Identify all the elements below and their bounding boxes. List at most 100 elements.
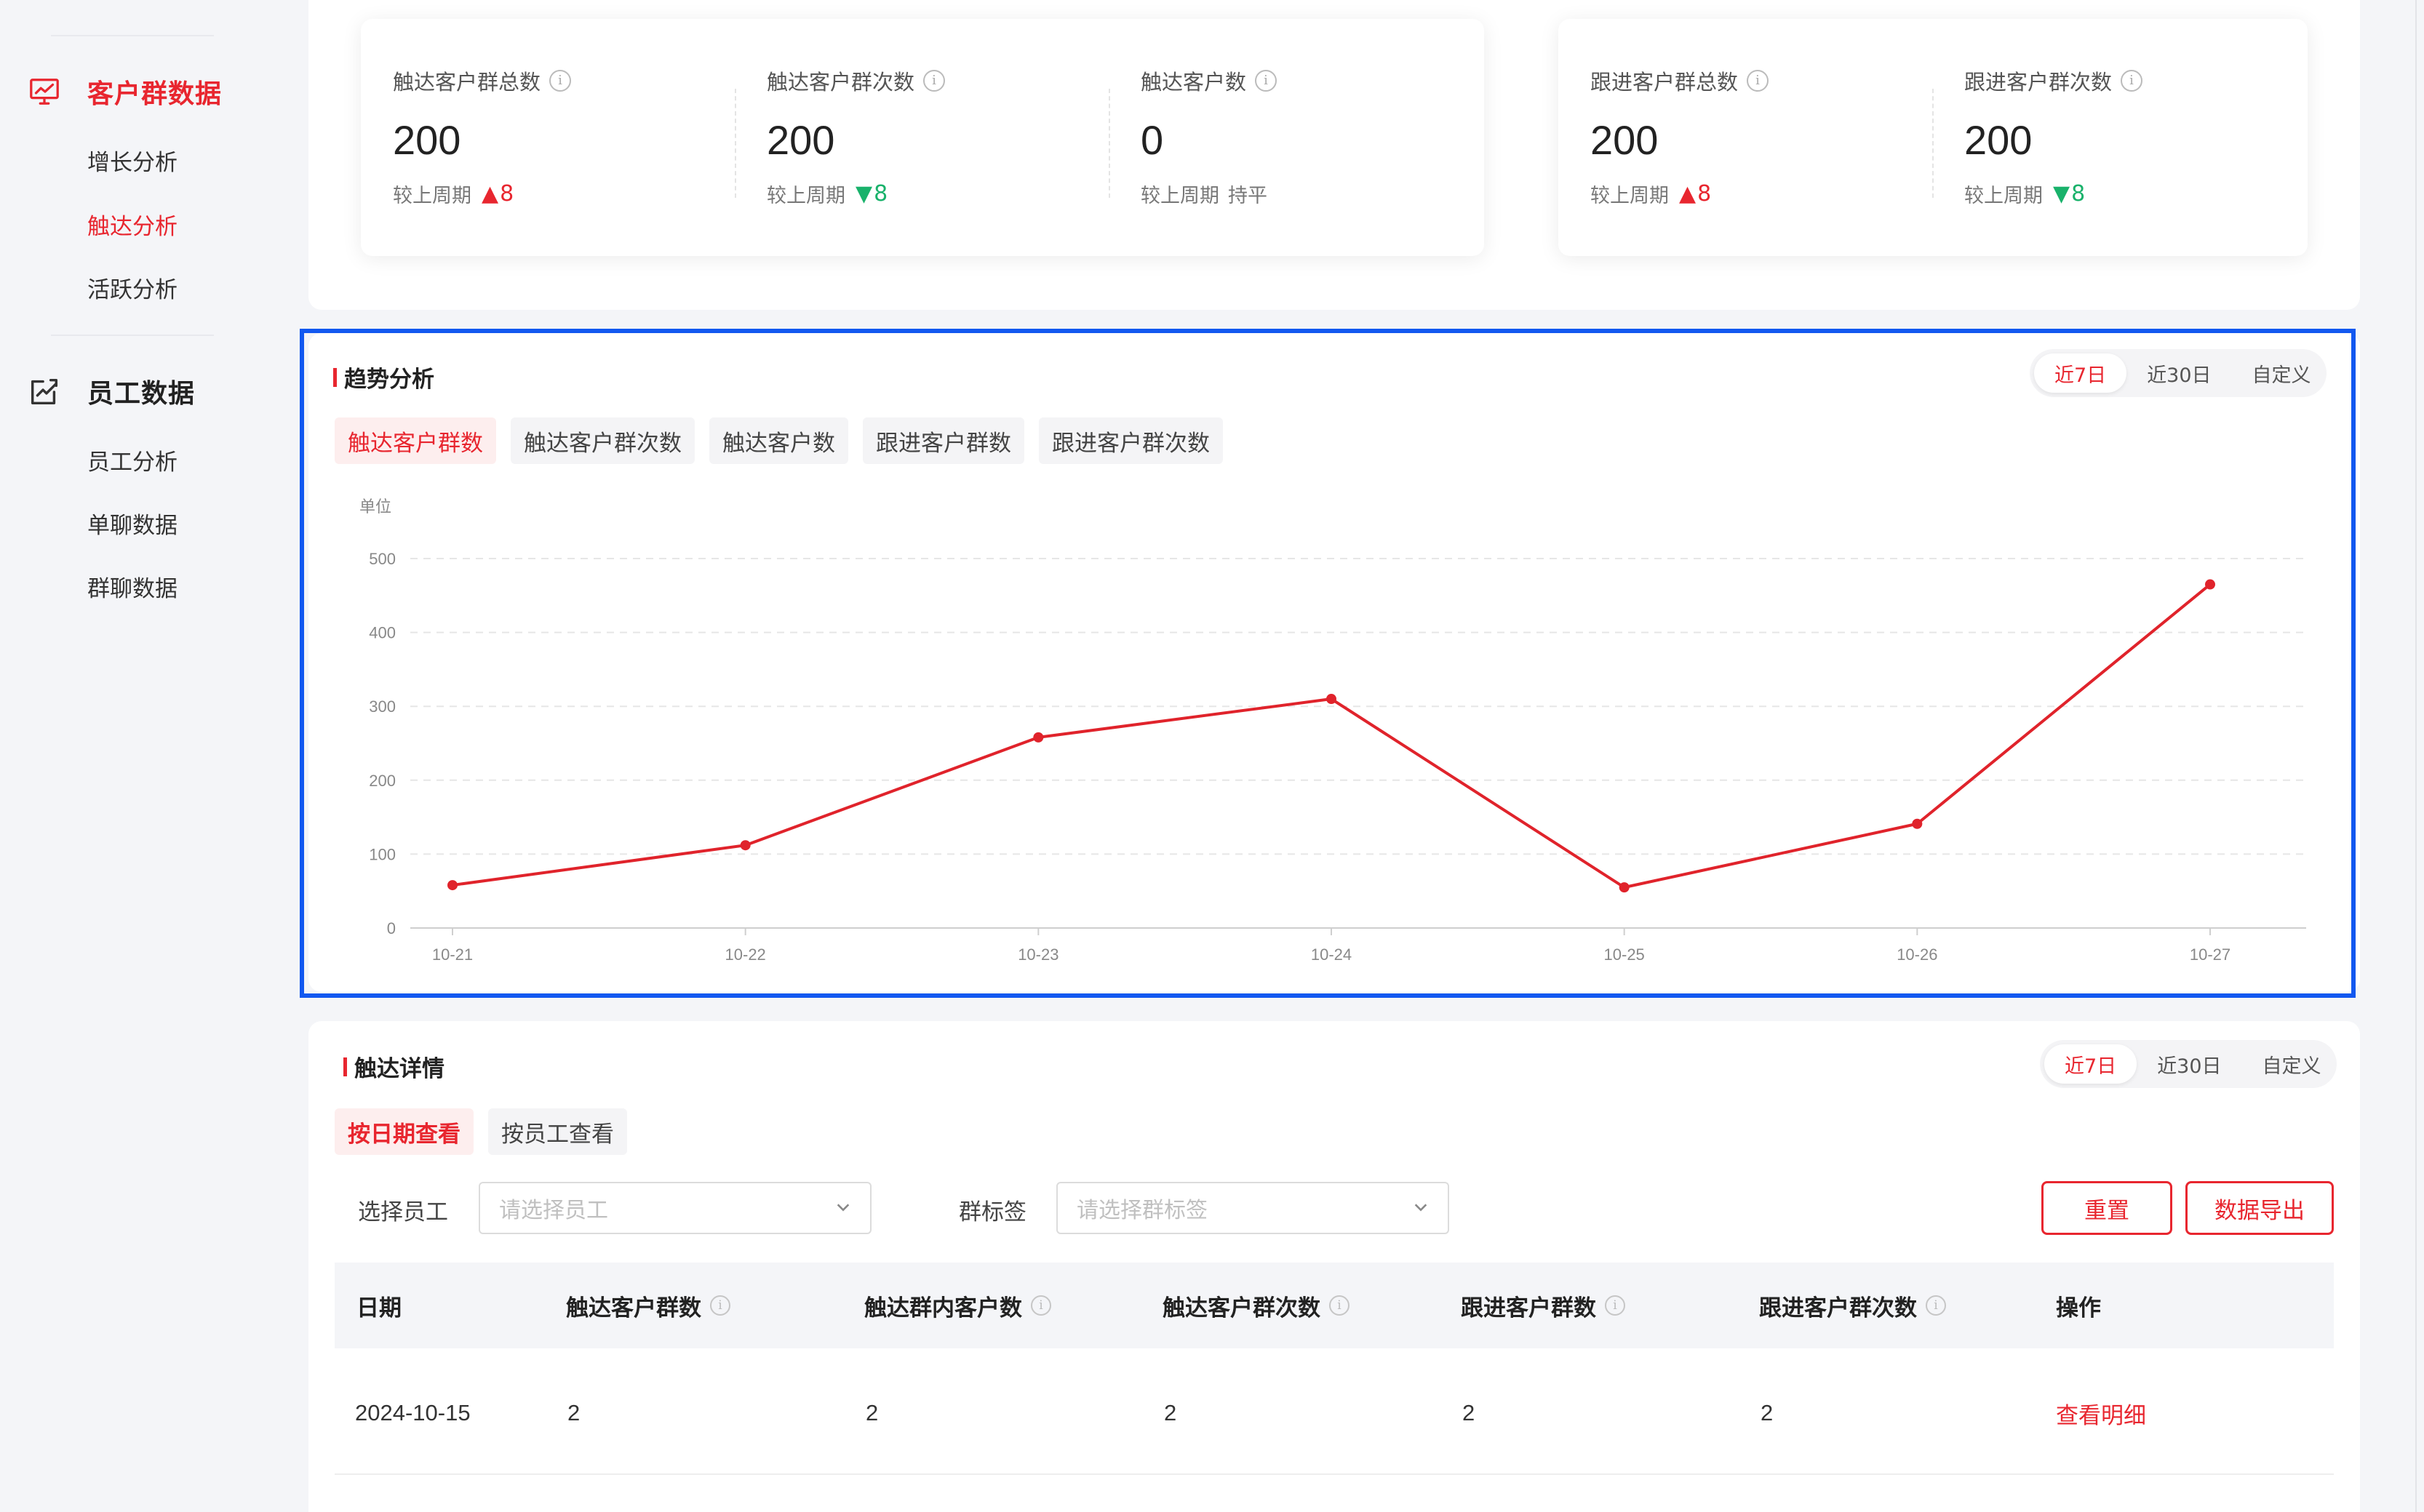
detail-range-30d[interactable]: 近30日: [2137, 1044, 2241, 1084]
y-tick-label: 100: [369, 845, 396, 863]
compare-label: 较上周期: [393, 185, 471, 207]
scrollbar-track[interactable]: [2415, 0, 2417, 1512]
delta-value: 持平: [1228, 185, 1267, 207]
trend-range-30d[interactable]: 近30日: [2126, 353, 2231, 393]
data-point: [740, 840, 751, 851]
trend-range-custom[interactable]: 自定义: [2232, 353, 2332, 393]
chevron-down-icon: [1414, 1204, 1427, 1212]
column-header-reach-members: 触达群内客户数 i: [864, 1263, 1051, 1348]
stat-reach-group-times: 触达客户群次数 i 200 较上周期 ▼ 8: [767, 65, 946, 208]
sidebar-group-employee-data[interactable]: 员工数据: [26, 369, 195, 413]
column-header-action: 操作: [2056, 1263, 2101, 1348]
y-tick-label: 500: [369, 550, 396, 568]
info-icon[interactable]: i: [1329, 1295, 1349, 1316]
tab-reach-group-times[interactable]: 触达客户群次数: [511, 417, 695, 464]
delta-value: 8: [500, 181, 514, 207]
info-icon[interactable]: i: [1926, 1295, 1946, 1316]
stat-divider: [735, 89, 736, 198]
column-header-label: 日期: [356, 1295, 402, 1321]
stat-title: 触达客户群次数: [767, 70, 915, 95]
table-header: 日期 触达客户群数 i 触达群内客户数 i 触达客户群次数 i 跟进客户群数 i 跟进客…: [335, 1263, 2334, 1348]
stat-title: 跟进客户群次数: [1964, 70, 2113, 95]
detail-view-tabs: 按日期查看 按员工查看: [335, 1108, 642, 1155]
group-tag-select-placeholder: 请选择群标签: [1077, 1198, 1208, 1223]
cell-reach-members: 2: [866, 1400, 879, 1425]
info-icon[interactable]: i: [710, 1295, 730, 1316]
x-tick-label: 10-25: [1604, 945, 1645, 964]
stat-reach-customers: 触达客户数 i 0 较上周期 持平: [1141, 65, 1277, 208]
stat-title: 触达客户群总数: [393, 70, 541, 95]
sidebar-group-customer-group-data[interactable]: 客户群数据: [26, 70, 222, 113]
tab-reach-customer-count[interactable]: 触达客户数: [709, 417, 848, 464]
tab-view-by-employee[interactable]: 按员工查看: [488, 1108, 627, 1155]
tab-follow-group-count[interactable]: 跟进客户群数: [863, 417, 1024, 464]
export-data-button[interactable]: 数据导出: [2185, 1181, 2334, 1235]
cell-follow-times: 2: [1761, 1400, 1774, 1425]
series-line: [452, 583, 2212, 889]
data-point: [2205, 579, 2215, 590]
column-header-reach-times: 触达客户群次数 i: [1163, 1263, 1349, 1348]
x-tick-label: 10-24: [1311, 945, 1352, 964]
tab-follow-group-times[interactable]: 跟进客户群次数: [1039, 417, 1223, 464]
info-icon[interactable]: i: [1255, 70, 1277, 92]
info-icon[interactable]: i: [1747, 70, 1769, 92]
sidebar-item-private-chat-data[interactable]: 单聊数据: [87, 507, 178, 540]
monitor-chart-icon: [26, 73, 63, 110]
sidebar-item-reach-analysis[interactable]: 触达分析: [87, 208, 178, 241]
reach-stats-card: 触达客户群总数 i 200 较上周期 ▲ 8 触达客户群次数 i 200 较上周期 ▼ 8 …: [361, 19, 1484, 256]
column-header-label: 触达客户群次数: [1163, 1295, 1320, 1321]
group-tag-select[interactable]: 请选择群标签: [1056, 1182, 1449, 1234]
column-header-label: 跟进客户群数: [1461, 1295, 1596, 1321]
column-header-label: 操作: [2056, 1295, 2101, 1321]
trend-title-text: 趋势分析: [344, 367, 434, 393]
cell-follow-groups: 2: [1462, 1400, 1475, 1425]
sidebar-group-label: 员工数据: [87, 379, 196, 409]
stat-value: 200: [767, 117, 835, 163]
stat-title: 跟进客户群总数: [1590, 70, 1739, 95]
info-icon[interactable]: i: [1605, 1295, 1625, 1316]
trend-down-icon: ▼: [2053, 181, 2070, 207]
info-icon[interactable]: i: [549, 70, 572, 92]
cell-reach-groups: 2: [567, 1400, 581, 1425]
compare-label: 较上周期: [1141, 185, 1219, 207]
stat-reach-group-total: 触达客户群总数 i 200 较上周期 ▲ 8: [393, 65, 572, 208]
y-tick-label: 200: [369, 772, 396, 790]
info-icon[interactable]: i: [2121, 70, 2143, 92]
stat-divider: [1109, 89, 1110, 198]
trend-down-icon: ▼: [856, 181, 873, 207]
cell-date: 2024-10-15: [355, 1400, 471, 1425]
view-details-link[interactable]: 查看明细: [2056, 1351, 2146, 1475]
x-tick-label: 10-23: [1018, 945, 1058, 964]
chevron-down-icon: [837, 1204, 850, 1212]
compare-label: 较上周期: [767, 185, 845, 207]
tab-reach-group-count[interactable]: 触达客户群数: [335, 417, 496, 464]
tag-filter-label: 群标签: [959, 1199, 1026, 1225]
sidebar-item-growth-analysis[interactable]: 增长分析: [87, 144, 178, 177]
data-point: [447, 880, 458, 891]
column-header-date: 日期: [356, 1263, 402, 1348]
trend-up-icon: ▲: [482, 181, 499, 207]
title-accent-bar: [333, 367, 337, 387]
sidebar-item-group-chat-data[interactable]: 群聊数据: [87, 570, 178, 603]
data-point: [1912, 818, 1923, 829]
trend-range-7d[interactable]: 近7日: [2034, 353, 2127, 393]
stat-title: 触达客户数: [1141, 70, 1247, 95]
column-header-reach-groups: 触达客户群数 i: [566, 1263, 730, 1348]
sidebar: 客户群数据 增长分析 触达分析 活跃分析 员工数据 员工分析 单聊数据 群聊数据: [0, 0, 281, 1512]
delta-value: 8: [2071, 181, 2086, 207]
detail-range-custom[interactable]: 自定义: [2242, 1044, 2342, 1084]
tab-view-by-date[interactable]: 按日期查看: [335, 1108, 474, 1155]
x-tick-label: 10-22: [725, 945, 766, 964]
employee-filter-label: 选择员工: [358, 1199, 448, 1225]
trend-metric-tabs: 触达客户群数 触达客户群次数 触达客户数 跟进客户群数 跟进客户群次数: [335, 417, 1237, 464]
reset-button[interactable]: 重置: [2041, 1181, 2172, 1235]
title-accent-bar: [343, 1057, 347, 1076]
column-header-label: 触达群内客户数: [864, 1295, 1022, 1321]
sidebar-item-activity-analysis[interactable]: 活跃分析: [87, 271, 178, 304]
detail-range-7d[interactable]: 近7日: [2044, 1044, 2137, 1084]
y-tick-label: 0: [387, 919, 396, 937]
info-icon[interactable]: i: [923, 70, 946, 92]
sidebar-item-employee-analysis[interactable]: 员工分析: [87, 444, 178, 476]
info-icon[interactable]: i: [1031, 1295, 1051, 1316]
employee-select[interactable]: 请选择员工: [479, 1182, 872, 1234]
